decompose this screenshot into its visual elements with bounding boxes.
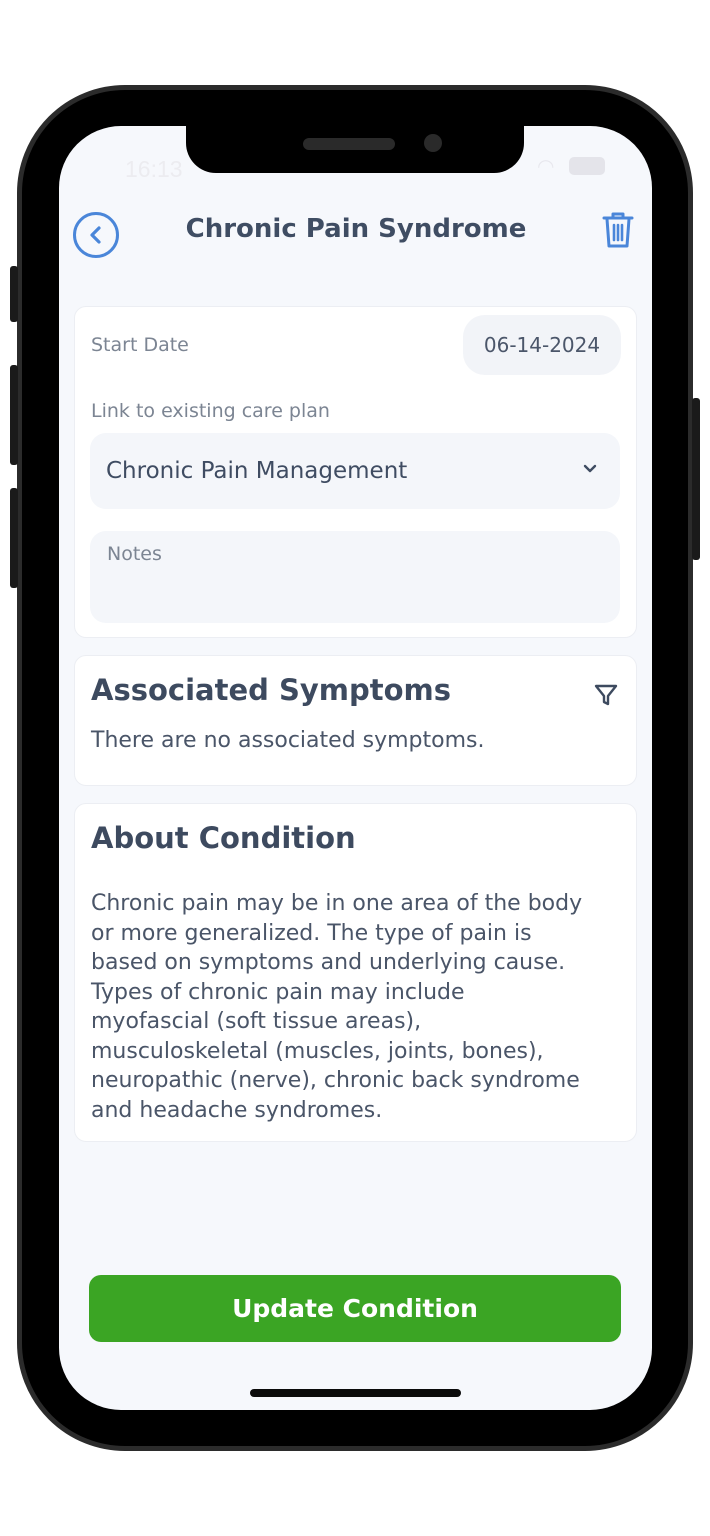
wifi-icon: ◠ xyxy=(537,154,555,178)
about-description: Chronic pain may be in one area of the b… xyxy=(91,889,582,1125)
battery-icon xyxy=(569,157,605,175)
about-condition-card: About Condition Chronic pain may be in o… xyxy=(74,803,637,1142)
about-line: myofascial (soft tissue areas), xyxy=(91,1009,422,1034)
symptoms-title: Associated Symptoms xyxy=(91,673,452,707)
about-line: based on symptoms and underlying cause. xyxy=(91,950,566,975)
delete-button[interactable] xyxy=(602,211,634,249)
mute-switch xyxy=(10,266,18,322)
about-line: Chronic pain may be in one area of the b… xyxy=(91,891,583,916)
speaker xyxy=(303,138,395,150)
start-date-picker[interactable]: 06-14-2024 xyxy=(463,315,621,375)
page-title: Chronic Pain Syndrome xyxy=(185,214,527,244)
volume-down-button xyxy=(10,488,18,588)
about-line: or more generalized. The type of pain is xyxy=(91,920,532,946)
about-line: neuropathic (nerve), chronic back syndro… xyxy=(91,1068,580,1093)
power-button xyxy=(692,398,700,560)
symptoms-empty-text: There are no associated symptoms. xyxy=(91,728,485,753)
about-title: About Condition xyxy=(91,821,356,855)
condition-details-card: Start Date 06-14-2024 Link to existing c… xyxy=(74,306,637,638)
back-button[interactable] xyxy=(73,212,119,258)
care-plan-select[interactable]: Chronic Pain Management xyxy=(90,433,620,509)
associated-symptoms-card: Associated Symptoms There are no associa… xyxy=(74,655,637,786)
app-screen: 16:13 ◠ Chronic Pain Syndrome Start Date… xyxy=(59,126,652,1410)
about-line: Types of chronic pain may include xyxy=(91,979,465,1005)
camera xyxy=(424,134,442,152)
notch xyxy=(186,126,524,173)
about-line: and headache syndromes. xyxy=(91,1097,383,1123)
filter-icon[interactable] xyxy=(593,682,619,708)
home-indicator[interactable] xyxy=(250,1389,461,1397)
care-plan-value: Chronic Pain Management xyxy=(106,458,408,484)
notes-field[interactable]: Notes xyxy=(90,531,620,623)
header: Chronic Pain Syndrome xyxy=(59,206,652,266)
trash-icon xyxy=(602,212,634,248)
care-plan-label: Link to existing care plan xyxy=(91,400,330,422)
status-time: 16:13 xyxy=(125,156,183,182)
start-date-label: Start Date xyxy=(91,334,189,356)
volume-up-button xyxy=(10,365,18,465)
notes-placeholder: Notes xyxy=(107,543,162,565)
about-line: musculoskeletal (muscles, joints, bones)… xyxy=(91,1038,544,1064)
update-condition-button[interactable]: Update Condition xyxy=(89,1275,621,1342)
chevron-down-icon xyxy=(583,464,597,473)
chevron-left-icon xyxy=(90,226,101,244)
